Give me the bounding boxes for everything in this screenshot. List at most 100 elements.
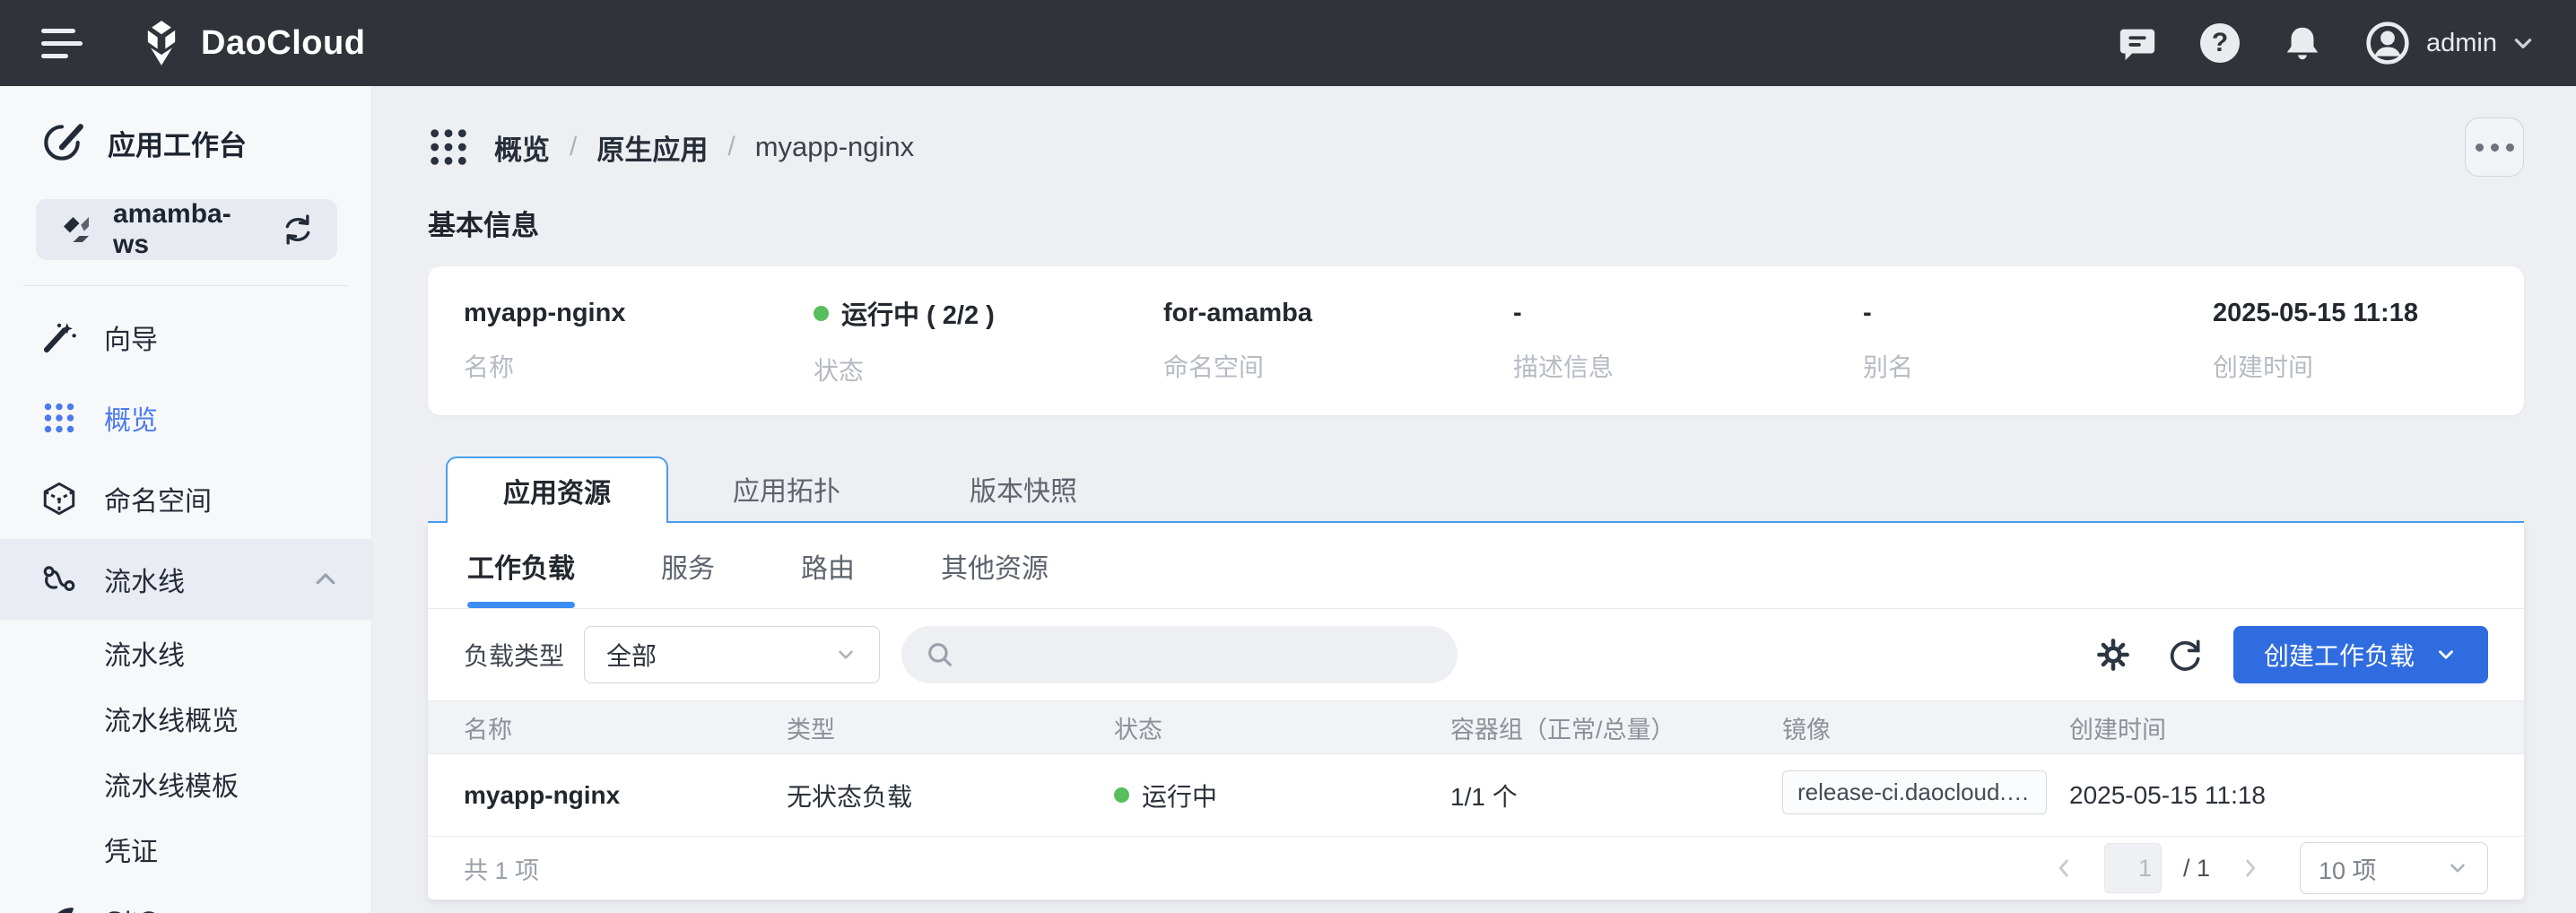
row-status: 运行中 [1114,778,1450,813]
brand-name: DaoCloud [201,24,365,63]
info-field-alias: - 别名 [1863,299,2213,384]
column-created: 创建时间 [2069,710,2488,745]
help-icon[interactable]: ? [2198,22,2241,65]
column-settings-gear-icon[interactable] [2090,631,2137,678]
table-row[interactable]: myapp-nginx 无状态负载 运行中 1/1 个 release-ci.d… [428,754,2524,837]
workload-type-label: 负载类型 [464,637,564,673]
table-header: 名称 类型 状态 容器组（正常/总量） 镜像 创建时间 [428,700,2524,754]
sidebar-group-gitops[interactable]: GitOps [0,882,371,913]
workload-type-select[interactable]: 全部 [584,626,880,683]
chevron-down-icon [834,643,857,666]
chevron-down-icon [2446,856,2469,880]
row-type: 无状态负载 [787,778,1114,813]
sidebar-group-pipeline[interactable]: 流水线 [0,539,371,620]
prev-page-icon[interactable] [2047,850,2083,886]
menu-icon[interactable] [41,29,83,58]
user-name: admin [2426,29,2497,58]
sidebar-item-label: 命名空间 [104,479,212,518]
message-icon[interactable] [2116,22,2159,65]
sidebar-divider [23,285,348,286]
breadcrumb-separator: / [727,132,735,162]
search-box[interactable] [901,626,1458,683]
row-image: release-ci.daocloud.io/... [1782,770,2069,821]
row-name-link[interactable]: myapp-nginx [464,781,787,810]
breadcrumb-grid-icon [428,126,469,168]
cube-icon [39,480,79,517]
info-field-namespace: for-amamba 命名空间 [1163,299,1513,384]
total-count: 共 1 项 [464,851,539,886]
refresh-icon[interactable] [2162,631,2208,678]
sidebar-workbench[interactable]: 应用工作台 [0,86,371,187]
breadcrumb-item-overview[interactable]: 概览 [494,127,550,168]
user-menu[interactable]: admin [2363,19,2535,67]
resources-panel: 工作负载 服务 路由 其他资源 负载类型 全部 [428,523,2524,900]
breadcrumb-item-current: myapp-nginx [755,131,914,163]
chevron-down-icon [2434,643,2458,666]
sidebar-item-label: 流水线 [104,633,185,673]
main-content: 概览 / 原生应用 / myapp-nginx 基本信息 myapp-nginx… [372,86,2576,913]
workspace-selector[interactable]: amamba-ws [36,199,337,260]
workload-type-value: 全部 [606,637,657,673]
breadcrumb-item-native-apps[interactable]: 原生应用 [596,127,708,168]
page-size-value: 10 项 [2319,851,2377,886]
chevron-down-icon [2511,31,2535,55]
create-workload-button[interactable]: 创建工作负载 [2233,626,2488,683]
status-dot-green [814,306,829,321]
help-glyph: ? [2212,28,2228,58]
subtab-workloads[interactable]: 工作负载 [467,523,575,608]
next-page-icon[interactable] [2232,850,2267,886]
pagination-bar: 共 1 项 1 / 1 10 项 [428,837,2524,900]
table-toolbar: 负载类型 全部 [428,609,2524,700]
info-field-status: 运行中 ( 2/2 ) 状态 [814,294,1163,387]
breadcrumb-separator: / [570,132,577,162]
search-input[interactable] [970,640,1447,669]
chevron-up-icon [312,566,339,593]
rocket-icon [39,903,79,913]
subtab-other-resources[interactable]: 其他资源 [941,523,1049,608]
workspace-name: amamba-ws [113,199,262,260]
tab-app-resources[interactable]: 应用资源 [446,456,668,523]
sidebar-item-label: 流水线 [104,560,185,599]
wand-icon [39,318,79,356]
subtab-services[interactable]: 服务 [661,523,715,608]
brand[interactable]: DaoCloud [138,20,365,66]
sidebar-item-pipeline-template[interactable]: 流水线模板 [0,751,371,816]
info-field-name: myapp-nginx 名称 [464,299,814,384]
page-size-select[interactable]: 10 项 [2300,842,2488,894]
sidebar-item-label: 流水线概览 [104,699,239,738]
more-actions-button[interactable] [2465,117,2524,177]
status-dot-green [1114,787,1129,803]
tab-app-topology[interactable]: 应用拓扑 [668,456,905,521]
basic-info-title: 基本信息 [428,203,2524,243]
row-created: 2025-05-15 11:18 [2069,781,2488,810]
sidebar-item-pipeline[interactable]: 流水线 [0,620,371,685]
info-field-created: 2025-05-15 11:18 创建时间 [2213,299,2488,384]
workspace-icon [57,211,95,248]
column-pods: 容器组（正常/总量） [1450,710,1782,745]
switch-workspace-icon[interactable] [280,212,316,248]
sidebar-item-pipeline-overview[interactable]: 流水线概览 [0,685,371,751]
sidebar-item-label: 概览 [104,398,158,438]
grid-dots-icon [39,400,79,436]
sidebar-item-label: 向导 [104,317,158,357]
sidebar-item-namespace[interactable]: 命名空间 [0,458,371,539]
sidebar: 应用工作台 amamba-ws [0,86,372,913]
sidebar-item-label: 流水线模板 [104,764,239,804]
sidebar-item-wizard[interactable]: 向导 [0,297,371,378]
avatar-icon [2363,19,2412,67]
sidebar-nav: 向导 概览 命名空 [0,297,371,913]
workbench-icon [39,120,84,165]
sidebar-item-label: 凭证 [104,830,158,869]
page-total: / 1 [2183,855,2210,883]
main-tabs: 应用资源 应用拓扑 版本快照 [428,456,2524,523]
page-number-input[interactable]: 1 [2104,843,2162,893]
top-header: DaoCloud ? [0,0,2576,86]
sidebar-item-credentials[interactable]: 凭证 [0,816,371,882]
info-field-description: - 描述信息 [1513,299,1863,384]
column-type: 类型 [787,710,1114,745]
subtab-routes[interactable]: 路由 [801,523,855,608]
notification-bell-icon[interactable] [2281,22,2324,65]
sidebar-item-label: GitOps [104,907,187,913]
tab-version-snapshot[interactable]: 版本快照 [905,456,1142,521]
sidebar-item-overview[interactable]: 概览 [0,378,371,458]
